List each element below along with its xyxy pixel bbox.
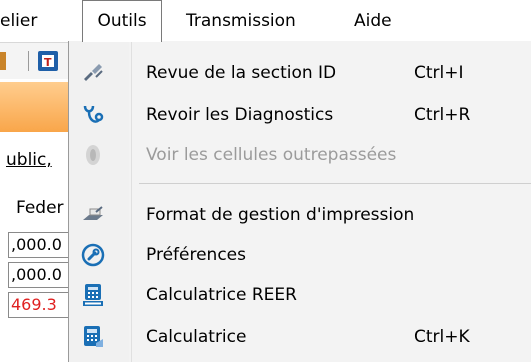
menu-item-preferences[interactable]: Préférences [69,237,531,273]
menu-item-label: Voir les cellules outrepassées [146,145,397,165]
background-public-text: ublic, [6,150,52,170]
svg-text:T: T [44,56,52,69]
background-cell-2[interactable]: ,000.0 [8,262,70,288]
menu-separator [139,183,531,184]
menu-item-calculatrice[interactable]: Calculatrice Ctrl+K [69,319,531,355]
background-cell-3[interactable]: 469.3 [8,292,70,318]
toolbar-fragment-icon [0,52,6,70]
menu-bar: elier Outils Transmission Aide [0,0,531,43]
menu-item-label: Format de gestion d'impression [146,205,415,225]
menu-item-revue-section-id[interactable]: Revue de la section ID Ctrl+I [69,55,531,91]
background-feder-text: Feder [16,198,64,218]
menu-item-label: Calculatrice [146,327,247,347]
wrench-icon [81,243,105,267]
menu-item-label: Revue de la section ID [146,63,337,83]
print-format-icon [81,203,105,227]
background-cell-1[interactable]: ,000.0 [8,232,70,258]
menu-transmission[interactable]: Transmission [186,0,296,42]
rrsp-calculator-icon [81,283,105,307]
menu-item-shortcut: Ctrl+K [414,327,470,347]
menu-item-label: Revoir les Diagnostics [146,105,334,125]
menu-item-label: Préférences [146,245,246,265]
calculator-icon [81,325,105,349]
menu-aide[interactable]: Aide [354,0,392,42]
menu-item-calculatrice-reer[interactable]: Calculatrice REER [69,277,531,313]
menu-item-shortcut: Ctrl+R [414,105,471,125]
menu-item-format-impression[interactable]: Format de gestion d'impression [69,197,531,233]
menu-item-shortcut: Ctrl+I [414,63,464,83]
menu-outils[interactable]: Outils [82,0,162,42]
eye-icon [81,143,105,167]
menu-item-voir-cellules: Voir les cellules outrepassées [69,137,531,173]
menu-atelier[interactable]: elier [0,0,37,42]
review-pencil-icon [81,61,105,85]
outils-dropdown-menu: Revue de la section ID Ctrl+I Revoir les… [68,41,531,362]
menu-item-label: Calculatrice REER [146,285,297,305]
stethoscope-icon [81,103,105,127]
menu-item-revoir-diagnostics[interactable]: Revoir les Diagnostics Ctrl+R [69,97,531,133]
